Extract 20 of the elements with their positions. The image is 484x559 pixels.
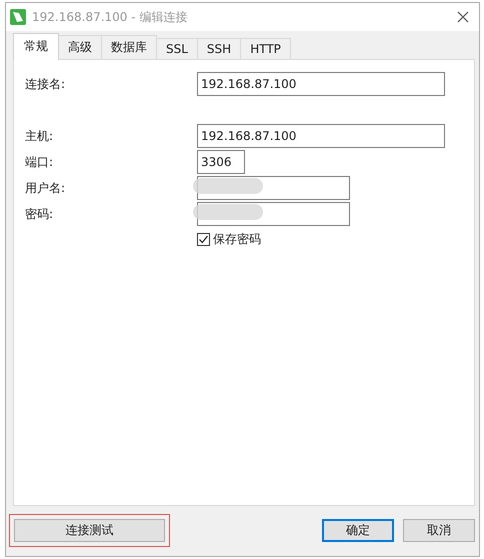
checkbox-label: 保存密码 [213, 231, 261, 248]
field-label: 端口: [25, 154, 54, 170]
field-label: 用户名: [25, 180, 66, 196]
redaction-mark [193, 178, 263, 194]
test-connection-button[interactable]: 连接测试 [14, 518, 165, 542]
app-icon [10, 9, 26, 25]
tab[interactable]: HTTP [240, 38, 291, 59]
tab[interactable]: 常规 [13, 33, 59, 60]
checkbox[interactable] [197, 233, 210, 246]
input-field[interactable]: 3306 [197, 150, 245, 174]
input-field[interactable]: 192.168.87.100 [197, 72, 445, 96]
dialog-button[interactable]: 确定 [322, 518, 394, 542]
field-label: 密码: [25, 206, 54, 222]
dialog-button[interactable]: 取消 [403, 518, 475, 542]
close-icon[interactable] [457, 11, 469, 23]
field-label: 连接名: [25, 76, 66, 92]
field-label: 主机: [25, 128, 54, 144]
window-title: 192.168.87.100 - 编辑连接 [32, 8, 188, 26]
redaction-mark [193, 204, 263, 220]
input-field[interactable]: 192.168.87.100 [197, 124, 445, 148]
